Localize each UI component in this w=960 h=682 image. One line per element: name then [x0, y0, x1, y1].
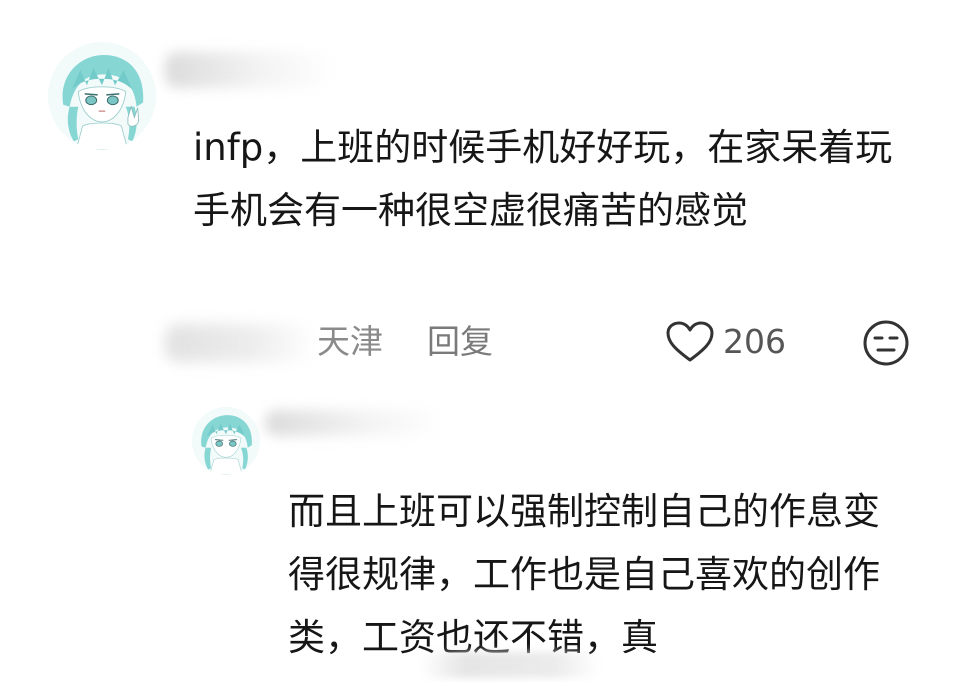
like-button[interactable]: 206 — [665, 318, 786, 366]
avatar[interactable] — [48, 42, 156, 150]
timestamp-redacted — [165, 324, 310, 362]
reply-button[interactable]: 回复 — [427, 320, 493, 364]
comment-meta: 天津 回复 206 — [165, 316, 925, 368]
anime-avatar-icon — [48, 42, 156, 150]
username-redacted — [265, 410, 445, 436]
watermark-redacted — [420, 652, 600, 678]
like-count: 206 — [723, 322, 786, 361]
reply-text: 而且上班可以强制控制自己的作息变得很规律，工作也是自己喜欢的创作类，工资也还不错… — [288, 490, 880, 659]
location-label: 天津 — [317, 322, 383, 361]
username-redacted — [165, 52, 335, 88]
anime-avatar-icon — [192, 407, 260, 475]
comment-text: infp，上班的时候手机好好玩，在家呆着玩手机会有一种很空虚很痛苦的感觉 — [193, 126, 893, 232]
neutral-face-icon[interactable] — [861, 318, 911, 368]
avatar[interactable] — [192, 407, 260, 475]
heart-outline-icon[interactable] — [665, 320, 715, 364]
